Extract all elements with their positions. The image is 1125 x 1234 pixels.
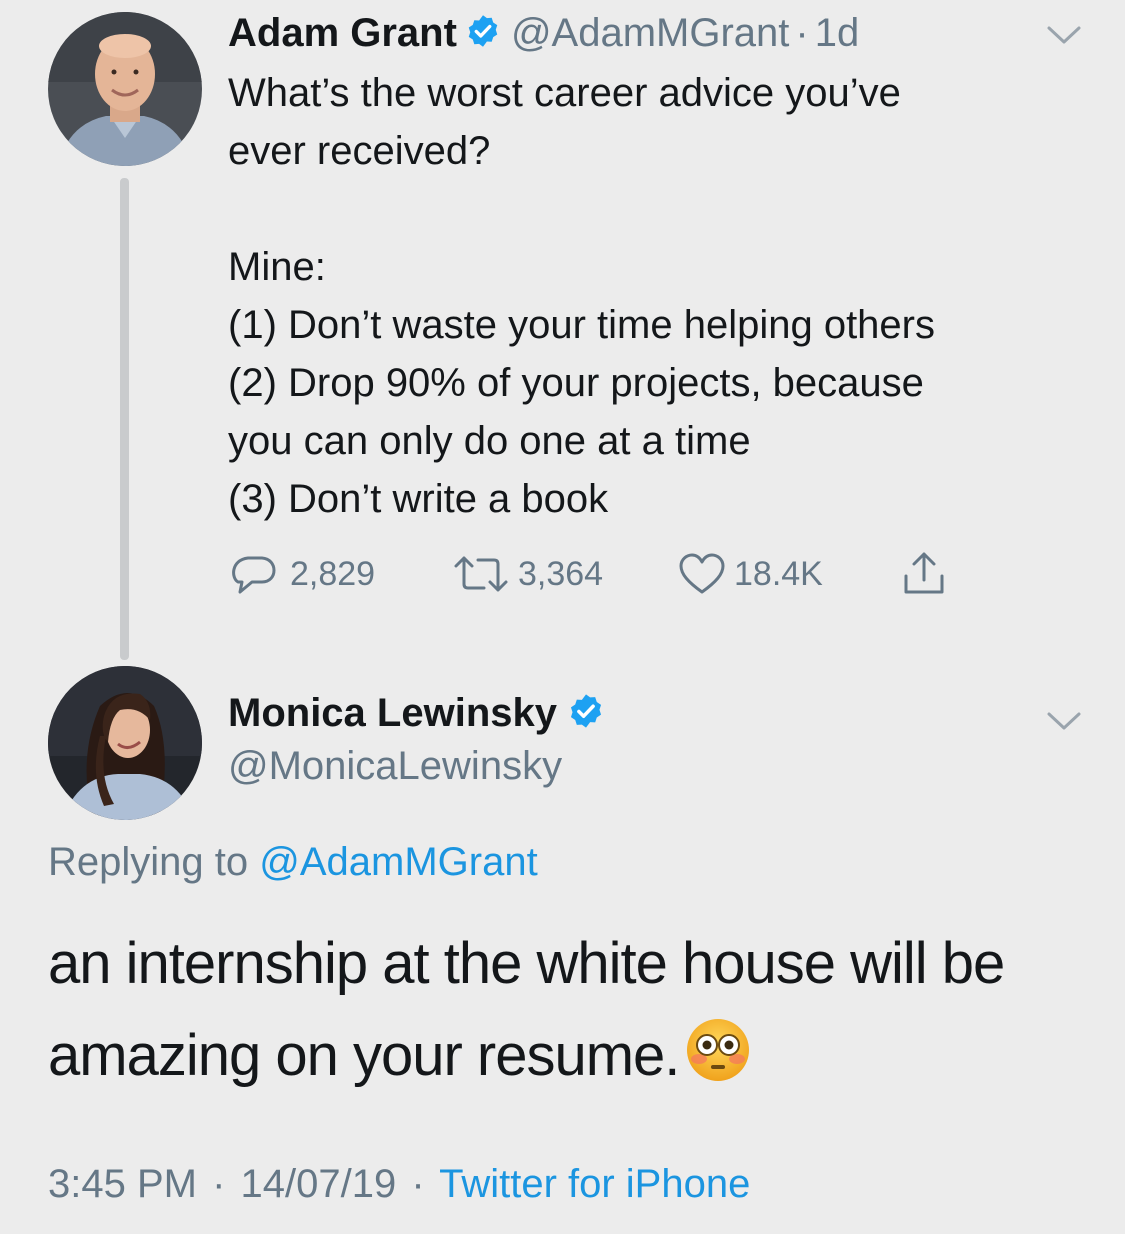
replying-to-handle-link[interactable]: @AdamMGrant — [259, 840, 537, 884]
separator-dot: · — [795, 10, 809, 55]
like-count: 18.4K — [734, 554, 823, 593]
tweet-body: What’s the worst career advice you’ve ev… — [228, 71, 935, 521]
chevron-down-icon[interactable] — [1046, 710, 1082, 732]
monica-lewinsky-avatar[interactable] — [48, 666, 202, 820]
retweet-button[interactable]: 3,364 — [452, 552, 603, 596]
thread-connector-line — [120, 178, 129, 660]
like-button[interactable]: 18.4K — [678, 552, 823, 596]
flushed-face-emoji — [687, 1019, 750, 1081]
chevron-down-icon[interactable] — [1046, 24, 1082, 46]
separator-dot: · — [212, 1162, 226, 1206]
author-name[interactable]: Adam Grant — [228, 11, 457, 56]
tweet-age[interactable]: 1d — [815, 11, 860, 56]
author-handle[interactable]: @AdamMGrant — [511, 11, 789, 56]
replying-to-line: Replying to @AdamMGrant — [48, 840, 538, 885]
reply-header: Monica Lewinsky — [228, 688, 605, 738]
retweet-count: 3,364 — [518, 554, 604, 593]
reply-body: an internship at the white house will be… — [48, 918, 1108, 1102]
reply-author-handle[interactable]: @MonicaLewinsky — [228, 744, 562, 789]
reply-button[interactable]: 2,829 — [228, 552, 375, 596]
share-icon — [904, 552, 944, 594]
tweet-footer: 3:45 PM · 14/07/19 · Twitter for iPhone — [48, 1162, 750, 1207]
separator-dot: · — [411, 1162, 425, 1206]
reply-body-text: an internship at the white house will be… — [48, 931, 1005, 1088]
tweet-date[interactable]: 14/07/19 — [241, 1162, 397, 1206]
tweet-header: Adam Grant @AdamMGrant · 1d — [228, 8, 859, 58]
verified-badge-icon — [465, 13, 501, 54]
tweet-time[interactable]: 3:45 PM — [48, 1162, 197, 1206]
reply-author-name[interactable]: Monica Lewinsky — [228, 691, 557, 736]
heart-icon — [679, 553, 725, 594]
adam-grant-avatar[interactable] — [48, 12, 202, 166]
tweet-source-link[interactable]: Twitter for iPhone — [439, 1162, 750, 1206]
retweet-icon — [454, 556, 508, 592]
verified-badge-icon — [567, 692, 605, 735]
reply-icon — [232, 556, 276, 594]
replying-to-label: Replying to — [48, 840, 249, 884]
share-button[interactable] — [900, 552, 956, 596]
reply-count: 2,829 — [290, 554, 376, 593]
